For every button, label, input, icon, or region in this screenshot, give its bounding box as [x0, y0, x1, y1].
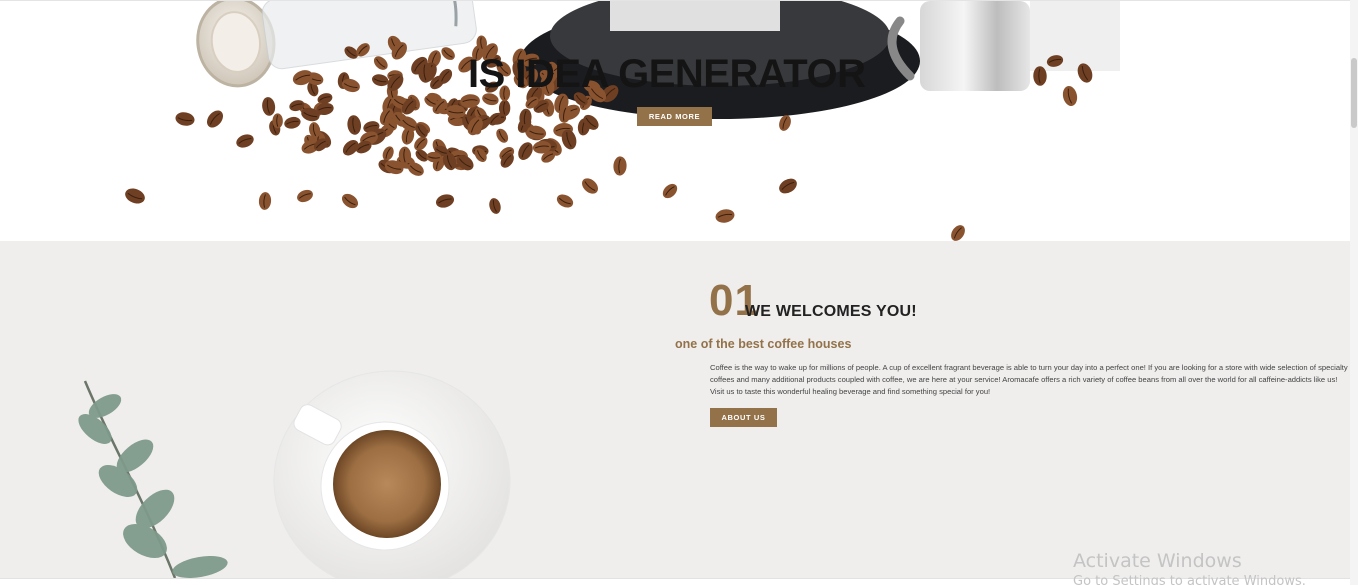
coffee-bean [175, 112, 195, 126]
coffee-bean [489, 198, 501, 214]
coffee-bean [373, 56, 388, 70]
vertical-scrollbar[interactable] [1350, 0, 1358, 585]
coffee-bean [382, 146, 394, 161]
coffee-bean [496, 128, 509, 143]
coffee-bean [262, 97, 276, 116]
coffee-bean [372, 74, 389, 87]
coffee-bean [715, 209, 735, 223]
about-description: Coffee is the way to wake up for million… [710, 363, 1348, 396]
coffee-bean [435, 194, 455, 208]
coffee-bean [297, 189, 313, 203]
hero-section: IS IDEA GENERATOR READ MORE [0, 0, 1350, 241]
coffee-bean [341, 193, 359, 209]
coffee-bean [236, 134, 254, 148]
coffee-bean [518, 142, 533, 160]
coffee-bean [1062, 86, 1078, 106]
coffee-cup-image [78, 370, 511, 578]
coffee-bean [125, 188, 145, 204]
about-section: 01 WE WELCOMES YOU! one of the best coff… [0, 241, 1350, 578]
coffee-bean [206, 110, 224, 128]
read-more-button[interactable]: READ MORE [637, 107, 712, 126]
coffee-bean [662, 183, 678, 199]
activate-windows-watermark: Activate Windows Go to Settings to activ… [1073, 550, 1306, 585]
hero-title: IS IDEA GENERATOR [468, 52, 866, 96]
watermark-title: Activate Windows [1073, 550, 1242, 572]
scrollbar-thumb[interactable] [1351, 58, 1357, 128]
about-subtitle: one of the best coffee houses [675, 337, 852, 351]
coffee-bean [347, 115, 362, 135]
coffee-bean [779, 178, 797, 194]
coffee-bean [556, 194, 574, 208]
welcome-heading: WE WELCOMES YOU! [745, 303, 917, 320]
coffee-bean [582, 178, 598, 194]
watermark-subtitle: Go to Settings to activate Windows. [1073, 574, 1306, 585]
about-us-button[interactable]: ABOUT US [710, 408, 777, 427]
coffee-bean [441, 47, 455, 60]
coffee-bean [284, 116, 301, 129]
